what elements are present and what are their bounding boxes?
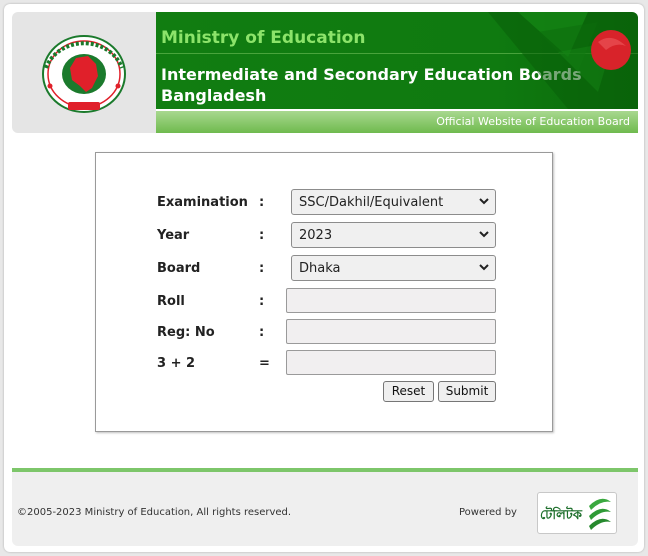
examination-label: Examination bbox=[157, 195, 248, 210]
roll-colon: : bbox=[259, 294, 265, 309]
board-select-value: Dhaka bbox=[299, 261, 341, 276]
captcha-input[interactable] bbox=[286, 350, 496, 375]
board-select[interactable]: Dhaka bbox=[291, 255, 496, 281]
government-seal-icon bbox=[42, 35, 126, 113]
roll-row: Roll : bbox=[96, 288, 552, 316]
board-label: Board bbox=[157, 261, 201, 276]
examination-select-value: SSC/Dakhil/Equivalent bbox=[299, 195, 444, 210]
year-label: Year bbox=[157, 228, 190, 243]
teletalk-logo-text: টেলিটক bbox=[540, 508, 582, 523]
roll-label: Roll bbox=[157, 294, 185, 309]
form-actions: Reset Submit bbox=[96, 381, 552, 409]
examination-row: Examination : SSC/Dakhil/Equivalent bbox=[96, 189, 552, 217]
header-subbar: Official Website of Education Board bbox=[156, 109, 638, 133]
captcha-equals: = bbox=[259, 356, 270, 371]
year-select[interactable]: 2023 bbox=[291, 222, 496, 248]
ministry-title: Ministry of Education bbox=[161, 28, 366, 48]
reg-no-input[interactable] bbox=[286, 319, 496, 344]
captcha-row: 3 + 2 = bbox=[96, 350, 552, 378]
board-colon: : bbox=[259, 261, 265, 276]
submit-button[interactable]: Submit bbox=[438, 381, 496, 402]
copyright-text: ©2005-2023 Ministry of Education, All ri… bbox=[17, 507, 292, 518]
year-row: Year : 2023 bbox=[96, 222, 552, 250]
teletalk-logo-icon bbox=[589, 498, 611, 530]
site-subtitle: Official Website of Education Board bbox=[436, 115, 630, 128]
chevron-down-icon bbox=[479, 264, 489, 271]
site-header: Ministry of Education Intermediate and S… bbox=[12, 12, 638, 133]
page: Ministry of Education Intermediate and S… bbox=[4, 4, 644, 552]
captcha-label: 3 + 2 bbox=[157, 356, 196, 371]
reg-no-row: Reg: No : bbox=[96, 319, 552, 347]
reg-no-label: Reg: No bbox=[157, 325, 215, 340]
bangladesh-flag-icon bbox=[488, 12, 638, 109]
result-form: Examination : SSC/Dakhil/Equivalent Year… bbox=[95, 152, 553, 432]
seal-container bbox=[12, 12, 156, 133]
powered-by-text: Powered by bbox=[459, 507, 517, 518]
board-row: Board : Dhaka bbox=[96, 255, 552, 283]
chevron-down-icon bbox=[479, 231, 489, 238]
year-select-value: 2023 bbox=[299, 228, 333, 243]
reset-button[interactable]: Reset bbox=[383, 381, 434, 402]
examination-colon: : bbox=[259, 195, 265, 210]
roll-input[interactable] bbox=[286, 288, 496, 313]
reg-no-colon: : bbox=[259, 325, 265, 340]
site-footer: ©2005-2023 Ministry of Education, All ri… bbox=[12, 472, 638, 546]
year-colon: : bbox=[259, 228, 265, 243]
chevron-down-icon bbox=[479, 198, 489, 205]
teletalk-logo-link[interactable]: টেলিটক bbox=[537, 492, 617, 534]
examination-select[interactable]: SSC/Dakhil/Equivalent bbox=[291, 189, 496, 215]
header-banner: Ministry of Education Intermediate and S… bbox=[156, 12, 638, 109]
